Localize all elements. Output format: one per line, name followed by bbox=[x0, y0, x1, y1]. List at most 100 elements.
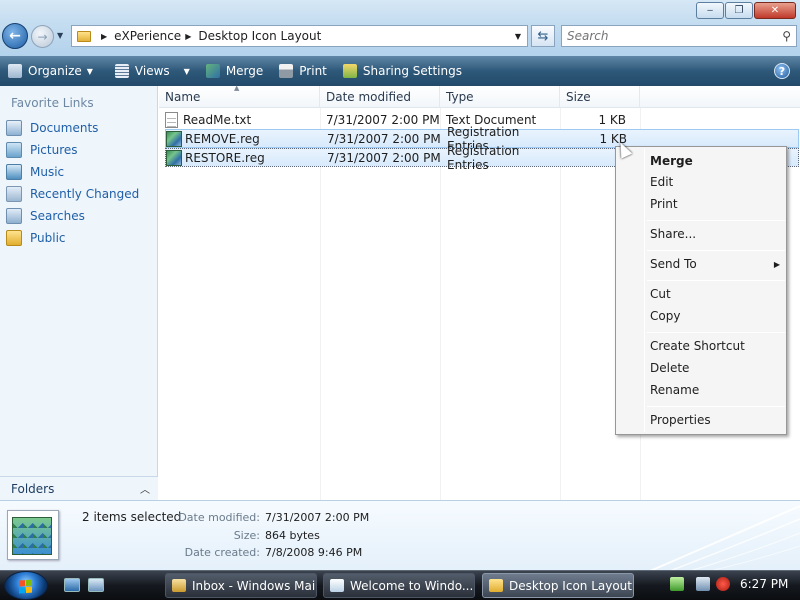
views-button[interactable]: Views ▼ bbox=[101, 56, 198, 86]
menu-gutter bbox=[644, 149, 645, 432]
menu-separator bbox=[647, 406, 785, 407]
organize-label: Organize bbox=[28, 64, 82, 78]
public-folder-icon bbox=[6, 230, 22, 246]
file-size: 1 KB bbox=[598, 112, 626, 127]
printer-icon bbox=[279, 64, 294, 78]
taskbar-button-label: Inbox - Windows Mail bbox=[192, 578, 317, 593]
breadcrumb-desktop-icon-layout[interactable]: Desktop Icon Layout bbox=[198, 29, 321, 43]
forward-arrow-icon: → bbox=[37, 29, 48, 44]
minimize-button[interactable]: ‒ bbox=[696, 2, 724, 19]
print-button[interactable]: Print bbox=[271, 56, 335, 86]
registry-file-icon bbox=[166, 130, 182, 147]
file-date: 7/31/2007 2:00 PM bbox=[326, 112, 440, 127]
command-bar: Organize ▼ Views ▼ Merge Print Sharing S… bbox=[0, 56, 800, 86]
registry-file-icon bbox=[166, 149, 182, 166]
start-button[interactable] bbox=[4, 571, 48, 600]
menu-item-create-shortcut[interactable]: Create Shortcut bbox=[650, 337, 780, 355]
sharing-icon bbox=[342, 64, 357, 78]
documents-icon bbox=[6, 120, 22, 136]
menu-item-send-to[interactable]: Send To ▶ bbox=[650, 255, 780, 273]
registry-file-large-icon bbox=[7, 510, 59, 560]
show-desktop-icon[interactable] bbox=[64, 578, 80, 592]
clock[interactable]: 6:27 PM bbox=[740, 577, 788, 591]
history-dropdown[interactable]: ▼ bbox=[57, 31, 63, 40]
menu-separator bbox=[647, 332, 785, 333]
window-controls: ‒ ❐ ✕ bbox=[695, 2, 796, 19]
views-label: Views bbox=[134, 64, 170, 78]
sharing-settings-button[interactable]: Sharing Settings bbox=[335, 56, 470, 86]
music-icon bbox=[6, 164, 22, 180]
chevron-down-icon: ▼ bbox=[86, 66, 93, 76]
volume-muted-icon[interactable] bbox=[716, 577, 730, 591]
merge-icon bbox=[205, 64, 220, 78]
menu-item-copy[interactable]: Copy bbox=[650, 307, 780, 325]
forward-button[interactable]: → bbox=[31, 25, 54, 48]
maximize-button[interactable]: ❐ bbox=[725, 2, 753, 19]
help-button[interactable]: ? bbox=[774, 63, 790, 79]
address-dropdown-icon[interactable]: ▼ bbox=[515, 32, 521, 41]
menu-item-merge[interactable]: Merge bbox=[650, 152, 780, 170]
address-bar[interactable]: ▶ eXPerience ▶ Desktop Icon Layout ▼ bbox=[71, 25, 528, 47]
date-created-value: 7/8/2008 9:46 PM bbox=[265, 546, 363, 559]
menu-item-cut[interactable]: Cut bbox=[650, 285, 780, 303]
menu-item-delete[interactable]: Delete bbox=[650, 359, 780, 377]
taskbar-button-windows-mail[interactable]: Inbox - Windows Mail bbox=[165, 573, 317, 598]
welcome-center-icon bbox=[330, 579, 344, 592]
search-input[interactable] bbox=[562, 29, 762, 43]
merge-label: Merge bbox=[225, 64, 264, 78]
menu-separator bbox=[647, 280, 785, 281]
nav-item-searches[interactable]: Searches bbox=[6, 206, 85, 226]
menu-item-share[interactable]: Share... bbox=[650, 225, 780, 243]
organize-icon bbox=[8, 64, 22, 78]
nav-item-label: Music bbox=[30, 165, 65, 179]
details-pane: 2 items selected Date modified: 7/31/200… bbox=[0, 500, 800, 571]
context-menu: Merge Edit Print Share... Send To ▶ Cut … bbox=[615, 146, 787, 435]
print-label: Print bbox=[299, 64, 327, 78]
taskbar-button-welcome[interactable]: Welcome to Windo... bbox=[323, 573, 475, 598]
menu-item-rename[interactable]: Rename bbox=[650, 381, 780, 399]
refresh-button[interactable]: ⇆ bbox=[531, 25, 555, 47]
column-header-label: Size bbox=[566, 90, 591, 104]
folders-toggle[interactable]: Folders ︿ bbox=[0, 476, 158, 500]
recently-changed-icon bbox=[6, 186, 22, 202]
column-header-label: Type bbox=[446, 90, 474, 104]
favorite-links-heading: Favorite Links bbox=[11, 96, 94, 110]
search-box[interactable]: ⚲ bbox=[561, 25, 797, 47]
menu-item-print[interactable]: Print bbox=[650, 195, 780, 213]
column-header-type[interactable]: Type bbox=[440, 86, 560, 108]
organize-button[interactable]: Organize ▼ bbox=[0, 56, 101, 86]
pictures-icon bbox=[6, 142, 22, 158]
nav-item-pictures[interactable]: Pictures bbox=[6, 140, 78, 160]
merge-button[interactable]: Merge bbox=[198, 56, 271, 86]
nav-item-label: Public bbox=[30, 231, 66, 245]
sort-ascending-icon: ▲ bbox=[234, 84, 240, 92]
windows-mail-icon bbox=[172, 579, 186, 592]
nav-item-label: Recently Changed bbox=[30, 187, 140, 201]
taskbar-button-desktop-icon-layout[interactable]: Desktop Icon Layout bbox=[482, 573, 634, 598]
nav-item-documents[interactable]: Documents bbox=[6, 118, 98, 138]
breadcrumb-experience[interactable]: eXPerience bbox=[114, 29, 181, 43]
switch-windows-icon[interactable] bbox=[88, 578, 104, 592]
back-button[interactable]: ← bbox=[2, 23, 28, 49]
column-header-size[interactable]: Size bbox=[560, 86, 640, 108]
folder-icon bbox=[489, 579, 503, 592]
searches-icon bbox=[6, 208, 22, 224]
security-check-icon[interactable] bbox=[670, 577, 684, 591]
column-header-date-modified[interactable]: Date modified bbox=[320, 86, 440, 108]
menu-item-edit[interactable]: Edit bbox=[650, 173, 780, 191]
nav-item-recently-changed[interactable]: Recently Changed bbox=[6, 184, 139, 204]
magnifier-icon[interactable]: ⚲ bbox=[782, 29, 791, 43]
nav-item-label: Pictures bbox=[30, 143, 78, 157]
menu-item-properties[interactable]: Properties bbox=[650, 411, 780, 429]
column-header-name[interactable]: Name ▲ bbox=[159, 84, 320, 108]
views-icon bbox=[114, 64, 129, 78]
file-date: 7/31/2007 2:00 PM bbox=[327, 131, 441, 146]
close-button[interactable]: ✕ bbox=[754, 2, 796, 19]
column-header-label: Name bbox=[165, 90, 201, 104]
back-arrow-icon: ← bbox=[9, 28, 21, 44]
nav-item-music[interactable]: Music bbox=[6, 162, 64, 182]
nav-item-public[interactable]: Public bbox=[6, 228, 66, 248]
folder-icon bbox=[77, 30, 91, 42]
network-icon[interactable] bbox=[696, 577, 710, 591]
folders-label: Folders bbox=[11, 481, 55, 496]
